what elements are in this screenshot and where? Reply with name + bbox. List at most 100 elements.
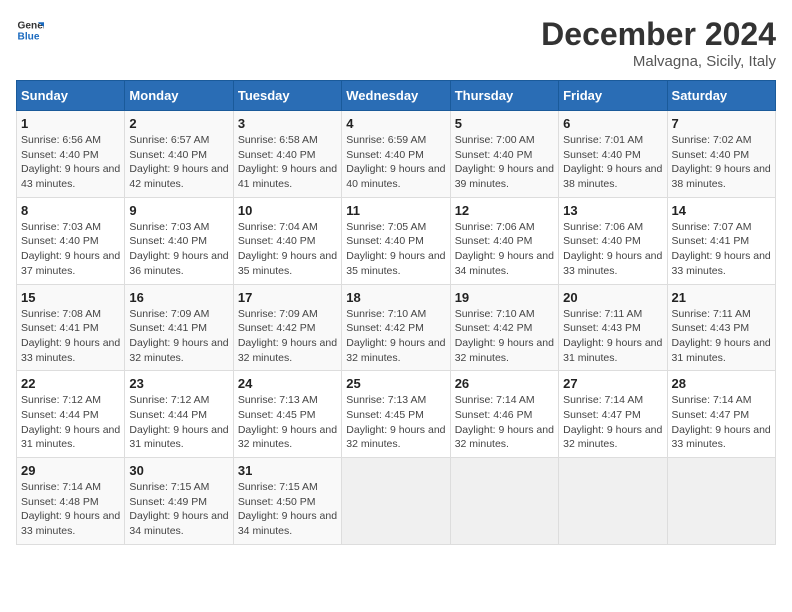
day-info: Sunrise: 7:14 AMSunset: 4:47 PMDaylight:… xyxy=(563,394,662,450)
calendar-week-row: 29 Sunrise: 7:14 AMSunset: 4:48 PMDaylig… xyxy=(17,458,776,545)
day-number: 9 xyxy=(129,203,228,218)
day-info: Sunrise: 7:13 AMSunset: 4:45 PMDaylight:… xyxy=(346,394,445,450)
day-info: Sunrise: 6:57 AMSunset: 4:40 PMDaylight:… xyxy=(129,134,228,190)
day-info: Sunrise: 7:06 AMSunset: 4:40 PMDaylight:… xyxy=(455,221,554,277)
calendar-cell: 21 Sunrise: 7:11 AMSunset: 4:43 PMDaylig… xyxy=(667,284,775,371)
calendar-week-row: 8 Sunrise: 7:03 AMSunset: 4:40 PMDayligh… xyxy=(17,197,776,284)
day-info: Sunrise: 7:04 AMSunset: 4:40 PMDaylight:… xyxy=(238,221,337,277)
day-number: 21 xyxy=(672,290,771,305)
calendar-cell: 17 Sunrise: 7:09 AMSunset: 4:42 PMDaylig… xyxy=(233,284,341,371)
day-number: 14 xyxy=(672,203,771,218)
calendar-cell: 7 Sunrise: 7:02 AMSunset: 4:40 PMDayligh… xyxy=(667,111,775,198)
day-number: 31 xyxy=(238,463,337,478)
logo-icon: General Blue xyxy=(16,16,44,44)
calendar-cell xyxy=(667,458,775,545)
svg-text:General: General xyxy=(18,20,44,31)
logo: General Blue xyxy=(16,16,44,44)
day-number: 7 xyxy=(672,116,771,131)
day-number: 30 xyxy=(129,463,228,478)
weekday-header-wednesday: Wednesday xyxy=(342,81,450,111)
calendar-cell: 20 Sunrise: 7:11 AMSunset: 4:43 PMDaylig… xyxy=(559,284,667,371)
day-number: 8 xyxy=(21,203,120,218)
day-info: Sunrise: 7:10 AMSunset: 4:42 PMDaylight:… xyxy=(455,308,554,364)
calendar-week-row: 15 Sunrise: 7:08 AMSunset: 4:41 PMDaylig… xyxy=(17,284,776,371)
day-number: 15 xyxy=(21,290,120,305)
calendar-cell: 28 Sunrise: 7:14 AMSunset: 4:47 PMDaylig… xyxy=(667,371,775,458)
day-info: Sunrise: 7:09 AMSunset: 4:42 PMDaylight:… xyxy=(238,308,337,364)
page-header: General Blue December 2024 Malvagna, Sic… xyxy=(16,16,776,70)
day-number: 6 xyxy=(563,116,662,131)
calendar-cell: 30 Sunrise: 7:15 AMSunset: 4:49 PMDaylig… xyxy=(125,458,233,545)
day-info: Sunrise: 7:06 AMSunset: 4:40 PMDaylight:… xyxy=(563,221,662,277)
day-info: Sunrise: 7:12 AMSunset: 4:44 PMDaylight:… xyxy=(129,394,228,450)
day-info: Sunrise: 6:56 AMSunset: 4:40 PMDaylight:… xyxy=(21,134,120,190)
day-info: Sunrise: 7:10 AMSunset: 4:42 PMDaylight:… xyxy=(346,308,445,364)
day-info: Sunrise: 7:03 AMSunset: 4:40 PMDaylight:… xyxy=(129,221,228,277)
calendar-cell xyxy=(559,458,667,545)
calendar-cell: 2 Sunrise: 6:57 AMSunset: 4:40 PMDayligh… xyxy=(125,111,233,198)
day-info: Sunrise: 7:03 AMSunset: 4:40 PMDaylight:… xyxy=(21,221,120,277)
day-info: Sunrise: 7:00 AMSunset: 4:40 PMDaylight:… xyxy=(455,134,554,190)
calendar-cell: 3 Sunrise: 6:58 AMSunset: 4:40 PMDayligh… xyxy=(233,111,341,198)
calendar-cell: 9 Sunrise: 7:03 AMSunset: 4:40 PMDayligh… xyxy=(125,197,233,284)
calendar-cell xyxy=(342,458,450,545)
calendar-cell: 25 Sunrise: 7:13 AMSunset: 4:45 PMDaylig… xyxy=(342,371,450,458)
calendar-cell: 31 Sunrise: 7:15 AMSunset: 4:50 PMDaylig… xyxy=(233,458,341,545)
calendar-body: 1 Sunrise: 6:56 AMSunset: 4:40 PMDayligh… xyxy=(17,111,776,545)
day-info: Sunrise: 7:09 AMSunset: 4:41 PMDaylight:… xyxy=(129,308,228,364)
calendar-cell: 15 Sunrise: 7:08 AMSunset: 4:41 PMDaylig… xyxy=(17,284,125,371)
day-number: 1 xyxy=(21,116,120,131)
day-number: 22 xyxy=(21,376,120,391)
weekday-header-sunday: Sunday xyxy=(17,81,125,111)
calendar-cell: 26 Sunrise: 7:14 AMSunset: 4:46 PMDaylig… xyxy=(450,371,558,458)
day-number: 19 xyxy=(455,290,554,305)
weekday-header-tuesday: Tuesday xyxy=(233,81,341,111)
title-block: December 2024 Malvagna, Sicily, Italy xyxy=(541,16,776,70)
day-number: 23 xyxy=(129,376,228,391)
day-info: Sunrise: 6:59 AMSunset: 4:40 PMDaylight:… xyxy=(346,134,445,190)
calendar-cell: 5 Sunrise: 7:00 AMSunset: 4:40 PMDayligh… xyxy=(450,111,558,198)
calendar-cell: 13 Sunrise: 7:06 AMSunset: 4:40 PMDaylig… xyxy=(559,197,667,284)
weekday-header-thursday: Thursday xyxy=(450,81,558,111)
calendar-cell: 23 Sunrise: 7:12 AMSunset: 4:44 PMDaylig… xyxy=(125,371,233,458)
day-number: 11 xyxy=(346,203,445,218)
day-number: 2 xyxy=(129,116,228,131)
day-info: Sunrise: 7:08 AMSunset: 4:41 PMDaylight:… xyxy=(21,308,120,364)
day-number: 10 xyxy=(238,203,337,218)
day-info: Sunrise: 7:07 AMSunset: 4:41 PMDaylight:… xyxy=(672,221,771,277)
day-info: Sunrise: 6:58 AMSunset: 4:40 PMDaylight:… xyxy=(238,134,337,190)
day-info: Sunrise: 7:05 AMSunset: 4:40 PMDaylight:… xyxy=(346,221,445,277)
weekday-header-monday: Monday xyxy=(125,81,233,111)
day-number: 17 xyxy=(238,290,337,305)
day-number: 12 xyxy=(455,203,554,218)
day-number: 28 xyxy=(672,376,771,391)
calendar-cell: 18 Sunrise: 7:10 AMSunset: 4:42 PMDaylig… xyxy=(342,284,450,371)
calendar-cell: 1 Sunrise: 6:56 AMSunset: 4:40 PMDayligh… xyxy=(17,111,125,198)
calendar-cell: 4 Sunrise: 6:59 AMSunset: 4:40 PMDayligh… xyxy=(342,111,450,198)
day-info: Sunrise: 7:12 AMSunset: 4:44 PMDaylight:… xyxy=(21,394,120,450)
day-info: Sunrise: 7:13 AMSunset: 4:45 PMDaylight:… xyxy=(238,394,337,450)
month-title: December 2024 xyxy=(541,16,776,53)
day-info: Sunrise: 7:11 AMSunset: 4:43 PMDaylight:… xyxy=(672,308,771,364)
svg-text:Blue: Blue xyxy=(18,31,40,42)
calendar-week-row: 22 Sunrise: 7:12 AMSunset: 4:44 PMDaylig… xyxy=(17,371,776,458)
day-number: 24 xyxy=(238,376,337,391)
calendar-cell: 6 Sunrise: 7:01 AMSunset: 4:40 PMDayligh… xyxy=(559,111,667,198)
calendar-table: SundayMondayTuesdayWednesdayThursdayFrid… xyxy=(16,80,776,545)
calendar-cell: 12 Sunrise: 7:06 AMSunset: 4:40 PMDaylig… xyxy=(450,197,558,284)
calendar-cell: 16 Sunrise: 7:09 AMSunset: 4:41 PMDaylig… xyxy=(125,284,233,371)
calendar-cell: 14 Sunrise: 7:07 AMSunset: 4:41 PMDaylig… xyxy=(667,197,775,284)
day-info: Sunrise: 7:02 AMSunset: 4:40 PMDaylight:… xyxy=(672,134,771,190)
day-info: Sunrise: 7:11 AMSunset: 4:43 PMDaylight:… xyxy=(563,308,662,364)
day-info: Sunrise: 7:15 AMSunset: 4:49 PMDaylight:… xyxy=(129,481,228,537)
weekday-header-friday: Friday xyxy=(559,81,667,111)
day-info: Sunrise: 7:14 AMSunset: 4:46 PMDaylight:… xyxy=(455,394,554,450)
day-info: Sunrise: 7:15 AMSunset: 4:50 PMDaylight:… xyxy=(238,481,337,537)
day-number: 25 xyxy=(346,376,445,391)
calendar-cell: 29 Sunrise: 7:14 AMSunset: 4:48 PMDaylig… xyxy=(17,458,125,545)
calendar-week-row: 1 Sunrise: 6:56 AMSunset: 4:40 PMDayligh… xyxy=(17,111,776,198)
day-info: Sunrise: 7:14 AMSunset: 4:47 PMDaylight:… xyxy=(672,394,771,450)
day-number: 5 xyxy=(455,116,554,131)
day-info: Sunrise: 7:14 AMSunset: 4:48 PMDaylight:… xyxy=(21,481,120,537)
calendar-cell: 11 Sunrise: 7:05 AMSunset: 4:40 PMDaylig… xyxy=(342,197,450,284)
